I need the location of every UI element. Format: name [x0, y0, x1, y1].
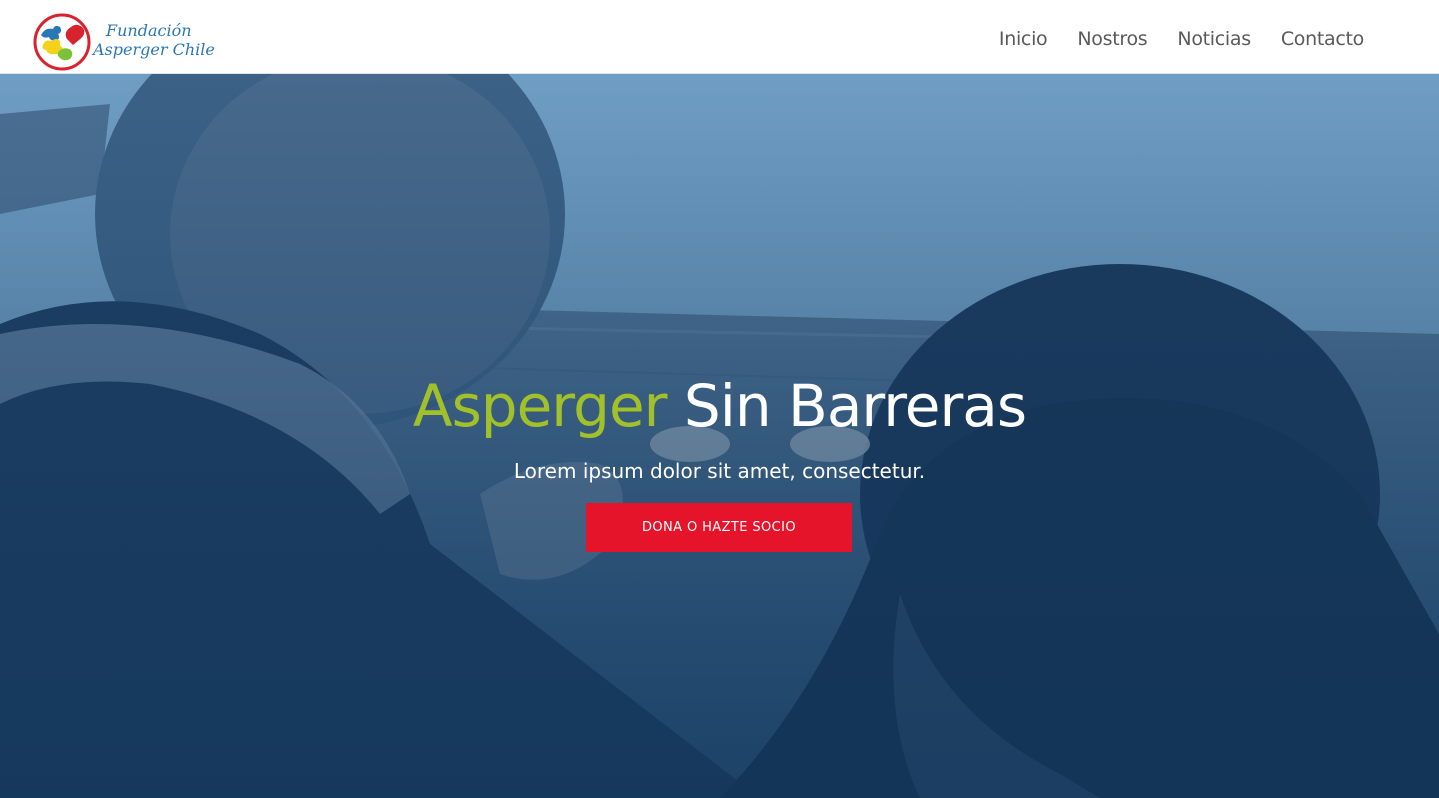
main-nav: Inicio Nostros Noticias Contacto [999, 28, 1364, 50]
nav-item-noticias[interactable]: Noticias [1177, 28, 1251, 50]
logo-line-2: Asperger Chile [93, 40, 215, 59]
hero-title-accent: Asperger [412, 372, 668, 440]
nav-item-contacto[interactable]: Contacto [1281, 28, 1364, 50]
hero-section: Asperger Sin Barreras Lorem ipsum dolor … [0, 74, 1439, 798]
hero-title: Asperger Sin Barreras [0, 372, 1439, 440]
logo[interactable]: Fundación Asperger Chile [31, 13, 215, 73]
logo-line-1: Fundación [106, 21, 192, 40]
site-header: Fundación Asperger Chile Inicio Nostros … [0, 0, 1439, 74]
hero-content: Asperger Sin Barreras Lorem ipsum dolor … [0, 74, 1439, 798]
hero-subtitle: Lorem ipsum dolor sit amet, consectetur. [513, 459, 926, 483]
donate-button[interactable]: DONA O HAZTE SOCIO [586, 503, 852, 552]
nav-item-nostros[interactable]: Nostros [1077, 28, 1147, 50]
puzzle-heart-logo-icon [33, 13, 91, 71]
nav-item-inicio[interactable]: Inicio [999, 28, 1048, 50]
hero-title-rest: Sin Barreras [666, 372, 1027, 440]
logo-text: Fundación Asperger Chile [93, 21, 215, 59]
